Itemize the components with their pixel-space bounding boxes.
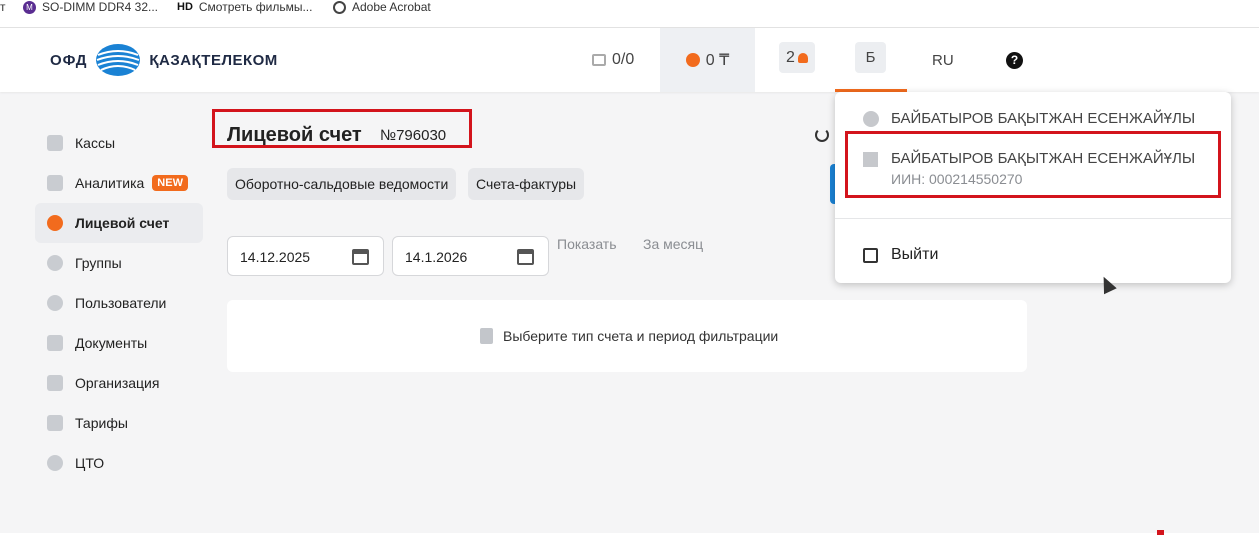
bookmark-sodimm[interactable]: M SO-DIMM DDR4 32... <box>23 0 158 14</box>
person-icon <box>863 110 879 127</box>
acrobat-icon <box>333 0 346 14</box>
sidebar-item-personal-account[interactable]: Лицевой счет <box>35 203 203 243</box>
date-to-field[interactable]: 14.1.2026 <box>392 236 549 276</box>
m-circle-icon: M <box>23 0 36 14</box>
sidebar-item-cto[interactable]: ЦТО <box>35 443 203 483</box>
balance-value: 0 ₸ <box>705 52 730 69</box>
bookmark-label: Adobe Acrobat <box>352 0 431 14</box>
sidebar-item-label: Тарифы <box>75 415 128 431</box>
bookmark-label: SO-DIMM DDR4 32... <box>42 0 159 14</box>
calendar-icon[interactable] <box>517 249 534 265</box>
bell-icon <box>797 52 808 63</box>
tariff-icon <box>47 415 63 431</box>
logout-label: Выйти <box>891 246 939 263</box>
bookmark-films[interactable]: HD Смотреть фильмы... <box>177 0 312 14</box>
sidebar-item-label: Лицевой счет <box>75 215 170 231</box>
logo[interactable]: ОФД ҚАЗАҚТЕЛЕКОМ <box>50 42 278 78</box>
dropdown-divider <box>835 218 1231 219</box>
cash-counter-value: 0/0 <box>612 51 635 68</box>
date-from-value: 14.12.2025 <box>240 249 311 265</box>
date-from-field[interactable]: 14.12.2025 <box>227 236 384 276</box>
document-icon <box>47 335 63 351</box>
bookmarks-bar: т M SO-DIMM DDR4 32... HD Смотреть фильм… <box>0 0 1259 28</box>
help-icon: ? <box>1006 51 1023 69</box>
sidebar-item-label: Аналитика <box>75 175 145 191</box>
logout-button[interactable]: Выйти <box>863 246 938 264</box>
sidebar-item-cash-registers[interactable]: Кассы <box>35 123 203 163</box>
sidebar-item-label: Документы <box>75 335 148 351</box>
sidebar-item-groups[interactable]: Группы <box>35 243 203 283</box>
language-label: RU <box>932 51 954 69</box>
wrench-icon <box>47 455 63 471</box>
sidebar-item-users[interactable]: Пользователи <box>35 283 203 323</box>
hd-icon: HD <box>177 1 193 13</box>
balance-indicator[interactable]: 0 ₸ <box>660 28 755 92</box>
red-marker <box>1157 530 1164 535</box>
sidebar: Кассы Аналитика NEW Лицевой счет Группы … <box>35 123 203 483</box>
new-badge: NEW <box>152 175 188 191</box>
notifications-count: 2 <box>786 48 795 66</box>
logout-icon <box>863 247 878 263</box>
sidebar-item-label: ЦТО <box>75 455 105 471</box>
chart-icon <box>47 175 63 191</box>
logo-globe-icon <box>96 44 141 76</box>
chip-turnover-statements[interactable]: Оборотно-сальдовые ведомости <box>227 168 457 200</box>
groups-icon <box>47 255 63 271</box>
notifications-button[interactable]: 2 <box>779 42 815 73</box>
cash-register-icon <box>592 54 606 66</box>
calendar-icon[interactable] <box>352 249 369 265</box>
logo-text-left: ОФД <box>50 51 88 69</box>
per-month-button[interactable]: За месяц <box>643 236 703 252</box>
dropdown-user-name: БАЙБАТЫРОВ БАҚЫТЖАН ЕСЕНЖАЙҰЛЫ <box>891 110 1196 127</box>
sidebar-item-tariffs[interactable]: Тарифы <box>35 403 203 443</box>
sidebar-item-label: Кассы <box>75 135 116 151</box>
bookmark-folder[interactable]: т <box>0 0 6 14</box>
bookmark-label: т <box>0 0 6 14</box>
user-menu-button[interactable]: Б <box>855 42 886 73</box>
coins-icon <box>685 53 700 67</box>
logo-text-right: ҚАЗАҚТЕЛЕКОМ <box>149 51 278 69</box>
sidebar-item-analytics[interactable]: Аналитика NEW <box>35 163 203 203</box>
app-header: ОФД ҚАЗАҚТЕЛЕКОМ 0/0 0 ₸ 2 Б RU ? <box>0 28 1259 92</box>
language-switcher[interactable]: RU <box>932 28 954 92</box>
page-title: Лицевой счет <box>227 124 362 146</box>
coins-icon <box>47 215 63 231</box>
show-button[interactable]: Показать <box>557 236 617 252</box>
empty-state-message: Выберите тип счета и период фильтрации <box>503 328 779 344</box>
bookmark-label: Смотреть фильмы... <box>198 0 313 14</box>
bookmark-acrobat[interactable]: Adobe Acrobat <box>333 0 431 14</box>
organization-highlight-box <box>845 131 1221 198</box>
account-number: №796030 <box>380 127 447 144</box>
sidebar-item-documents[interactable]: Документы <box>35 323 203 363</box>
sidebar-item-label: Пользователи <box>75 295 167 311</box>
cash-register-icon <box>47 135 63 151</box>
user-icon <box>47 295 63 311</box>
document-icon <box>480 328 493 344</box>
cash-counter[interactable]: 0/0 <box>592 28 634 92</box>
dropdown-user-row[interactable]: БАЙБАТЫРОВ БАҚЫТЖАН ЕСЕНЖАЙҰЛЫ <box>863 110 1195 127</box>
sidebar-item-label: Организация <box>75 375 160 391</box>
refresh-icon[interactable] <box>815 128 829 142</box>
chip-invoices[interactable]: Счета-фактуры <box>468 168 585 200</box>
user-initial: Б <box>865 49 876 66</box>
date-to-value: 14.1.2026 <box>405 249 468 265</box>
sidebar-item-label: Группы <box>75 255 122 271</box>
building-icon <box>47 375 63 391</box>
sidebar-item-organization[interactable]: Организация <box>35 363 203 403</box>
help-button[interactable]: ? <box>1006 28 1023 92</box>
